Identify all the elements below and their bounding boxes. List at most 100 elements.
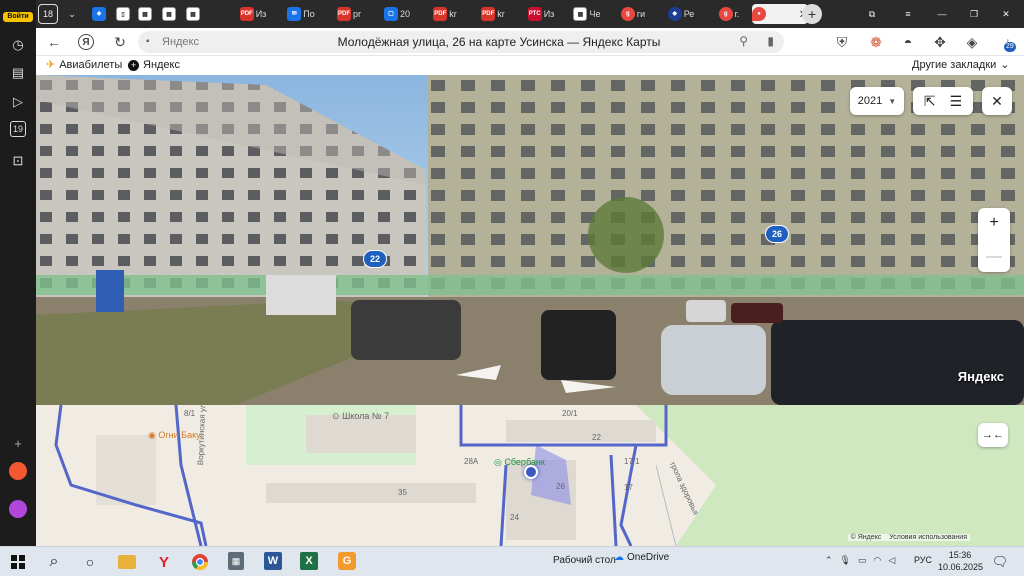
tab-counter[interactable]: 18 <box>38 4 58 24</box>
clock-time: 15:36 <box>948 550 972 560</box>
collections-icon[interactable]: ▤ <box>7 62 29 84</box>
panorama-actions: ⇱ ☰ <box>913 87 973 115</box>
back-button[interactable]: ← <box>44 32 64 52</box>
tab-12[interactable]: ▦ Че <box>570 4 604 24</box>
tab-6[interactable]: ✉ По <box>284 4 318 24</box>
tab-9[interactable]: PDF kr <box>428 4 462 24</box>
bookmark-yandex[interactable]: + Яндекс <box>128 58 180 73</box>
language-indicator[interactable]: РУС <box>914 555 932 565</box>
map-view[interactable]: ◉ Огни Баку ⊙ Школа № 7 ◎ Сбербанк Ворку… <box>36 405 1024 546</box>
tray-arrow-icon[interactable]: ⌃ <box>825 555 833 566</box>
terms-link[interactable]: Условия использования <box>889 534 967 541</box>
map-copyright: © Яндекс Условия использования <box>847 534 970 541</box>
windows-start-icon[interactable] <box>8 552 28 572</box>
wifi-icon[interactable]: ◠ <box>874 555 882 566</box>
calendar-icon[interactable]: 19 <box>10 121 26 137</box>
network-icon[interactable]: ▭ <box>858 555 867 566</box>
panorama-watermark: Яндекс <box>957 369 1004 384</box>
screenshot-icon[interactable]: ⊡ <box>7 150 29 172</box>
house-number-badge-22[interactable]: 22 <box>363 250 387 268</box>
tab-strip: 18 ⌄ ◈ ▯ ▦ ▦ ▦ PDF Из ✉ По PDF pr ▢ 20 PDF kr… <box>36 0 1024 28</box>
zoom-out-button[interactable]: — <box>986 248 1002 266</box>
tab-0[interactable]: ◈ <box>90 4 110 24</box>
search-icon[interactable]: ⌕ <box>44 552 64 572</box>
history-icon[interactable]: ◷ <box>7 34 29 56</box>
tab-2[interactable]: ▦ <box>136 4 156 24</box>
downloads-badge: 29 <box>1004 42 1016 52</box>
house-label: 26 <box>556 482 565 491</box>
tab-8[interactable]: ▢ 20 <box>380 4 414 24</box>
tab-7[interactable]: PDF pr <box>332 4 366 24</box>
tab-5[interactable]: PDF Из <box>236 4 270 24</box>
minimize-button[interactable]: — <box>932 4 952 24</box>
close-window-button[interactable]: ✕ <box>996 4 1016 24</box>
address-domain[interactable]: ▪ Яндекс <box>138 31 214 53</box>
caret-down-icon: ▼ <box>888 96 897 106</box>
tab-3[interactable]: ▦ <box>160 4 180 24</box>
menu-icon[interactable]: ≡ <box>898 4 918 24</box>
tab-active-maps[interactable]: ● ✕ <box>752 4 808 24</box>
zoom-control: + — <box>978 208 1010 272</box>
yandex-home-icon[interactable]: Я <box>78 34 94 50</box>
collections-toolbar-icon[interactable]: ◈ <box>962 32 982 52</box>
year-selector[interactable]: 2021 ▼ <box>850 87 904 115</box>
poi-sberbank[interactable]: ◎ Сбербанк <box>494 457 545 468</box>
house-label: 8/1 <box>184 409 196 418</box>
taskbar: ⌕ ○ Y ▦ W X G Рабочий стол ☁ OneDrive ⌃ … <box>0 546 1024 576</box>
add-panel-icon[interactable]: + <box>7 432 29 454</box>
tabs-dropdown-icon[interactable]: ⌄ <box>62 4 82 24</box>
open-external-icon[interactable]: ⇱ <box>924 93 936 110</box>
video-icon[interactable]: ▷ <box>7 91 29 113</box>
excel-icon[interactable]: X <box>300 552 318 570</box>
bookmark-icon[interactable]: ▮ <box>767 34 774 48</box>
protect-icon[interactable]: ⛨ <box>832 32 852 52</box>
extension-hat-icon[interactable]: ◓ <box>898 32 918 52</box>
restore-button[interactable]: ❐ <box>964 4 984 24</box>
house-label: 17/1 <box>624 457 640 466</box>
tab-1[interactable]: ▯ <box>114 4 134 24</box>
extension-avatar-icon[interactable]: ❁ <box>866 32 886 52</box>
bookmarks-bar: ✈ Авиабилеты + Яндекс Другие закладки ⌄ <box>36 56 1024 75</box>
chrome-icon[interactable] <box>190 552 210 572</box>
location-icon[interactable]: ⚲ <box>739 34 748 48</box>
bookmark-aviabilety[interactable]: ✈ Авиабилеты <box>46 58 122 73</box>
app-g-icon[interactable]: G <box>338 552 356 570</box>
notifications-icon[interactable]: 🗨 <box>990 552 1010 572</box>
file-explorer-icon[interactable] <box>118 555 136 569</box>
chevron-down-icon: ⌄ <box>1000 59 1010 71</box>
tab-10[interactable]: PDF kr <box>476 4 510 24</box>
house-number-badge-26[interactable]: 26 <box>765 225 789 243</box>
tab-11[interactable]: РТС Из <box>524 4 558 24</box>
extensions-icon[interactable]: ✥ <box>930 32 950 52</box>
street-panorama[interactable]: 22 26 2021 ▼ ⇱ ☰ ✕ + — Яндекс <box>36 75 1024 405</box>
desktop-label[interactable]: Рабочий стол <box>553 555 616 566</box>
tab-4[interactable]: ▦ <box>184 4 204 24</box>
address-bar[interactable]: Молодёжная улица, 26 на карте Усинска — … <box>214 31 784 53</box>
zen-icon[interactable] <box>9 462 27 480</box>
zoom-in-button[interactable]: + <box>989 214 998 232</box>
yandex-browser-icon[interactable]: Y <box>154 552 174 572</box>
collapse-panorama-button[interactable]: →← <box>978 423 1008 447</box>
close-panorama-button[interactable]: ✕ <box>982 87 1012 115</box>
volume-icon[interactable]: ◁ <box>888 555 895 566</box>
other-bookmarks[interactable]: Другие закладки ⌄ <box>912 58 1010 73</box>
poi-ogni-baku[interactable]: ◉ Огни Баку <box>148 430 201 441</box>
browser-toolbar: ← Я ↻ ▪ Яндекс Молодёжная улица, 26 на к… <box>36 28 1024 56</box>
clock[interactable]: 15:36 10.06.2025 <box>938 549 983 573</box>
tab-15[interactable]: g г. <box>712 4 746 24</box>
microphone-icon[interactable]: 🎙 <box>840 555 851 566</box>
login-button[interactable]: Войти <box>3 12 33 22</box>
bank-icon: ◎ <box>494 457 502 467</box>
poi-school-7[interactable]: ⊙ Школа № 7 <box>332 411 389 422</box>
reload-button[interactable]: ↻ <box>110 32 130 52</box>
task-view-icon[interactable]: ○ <box>80 552 100 572</box>
tab-14[interactable]: ◆ Ре <box>664 4 698 24</box>
tab-13[interactable]: g ги <box>616 4 650 24</box>
calculator-icon[interactable]: ▦ <box>228 552 244 570</box>
alice-icon[interactable] <box>9 500 27 518</box>
word-icon[interactable]: W <box>264 552 282 570</box>
tab-manager-icon[interactable]: ⧉ <box>862 4 882 24</box>
onedrive-status[interactable]: ☁ OneDrive <box>614 552 669 563</box>
new-tab-button[interactable]: + <box>802 4 822 24</box>
menu-lines-icon[interactable]: ☰ <box>950 93 963 110</box>
